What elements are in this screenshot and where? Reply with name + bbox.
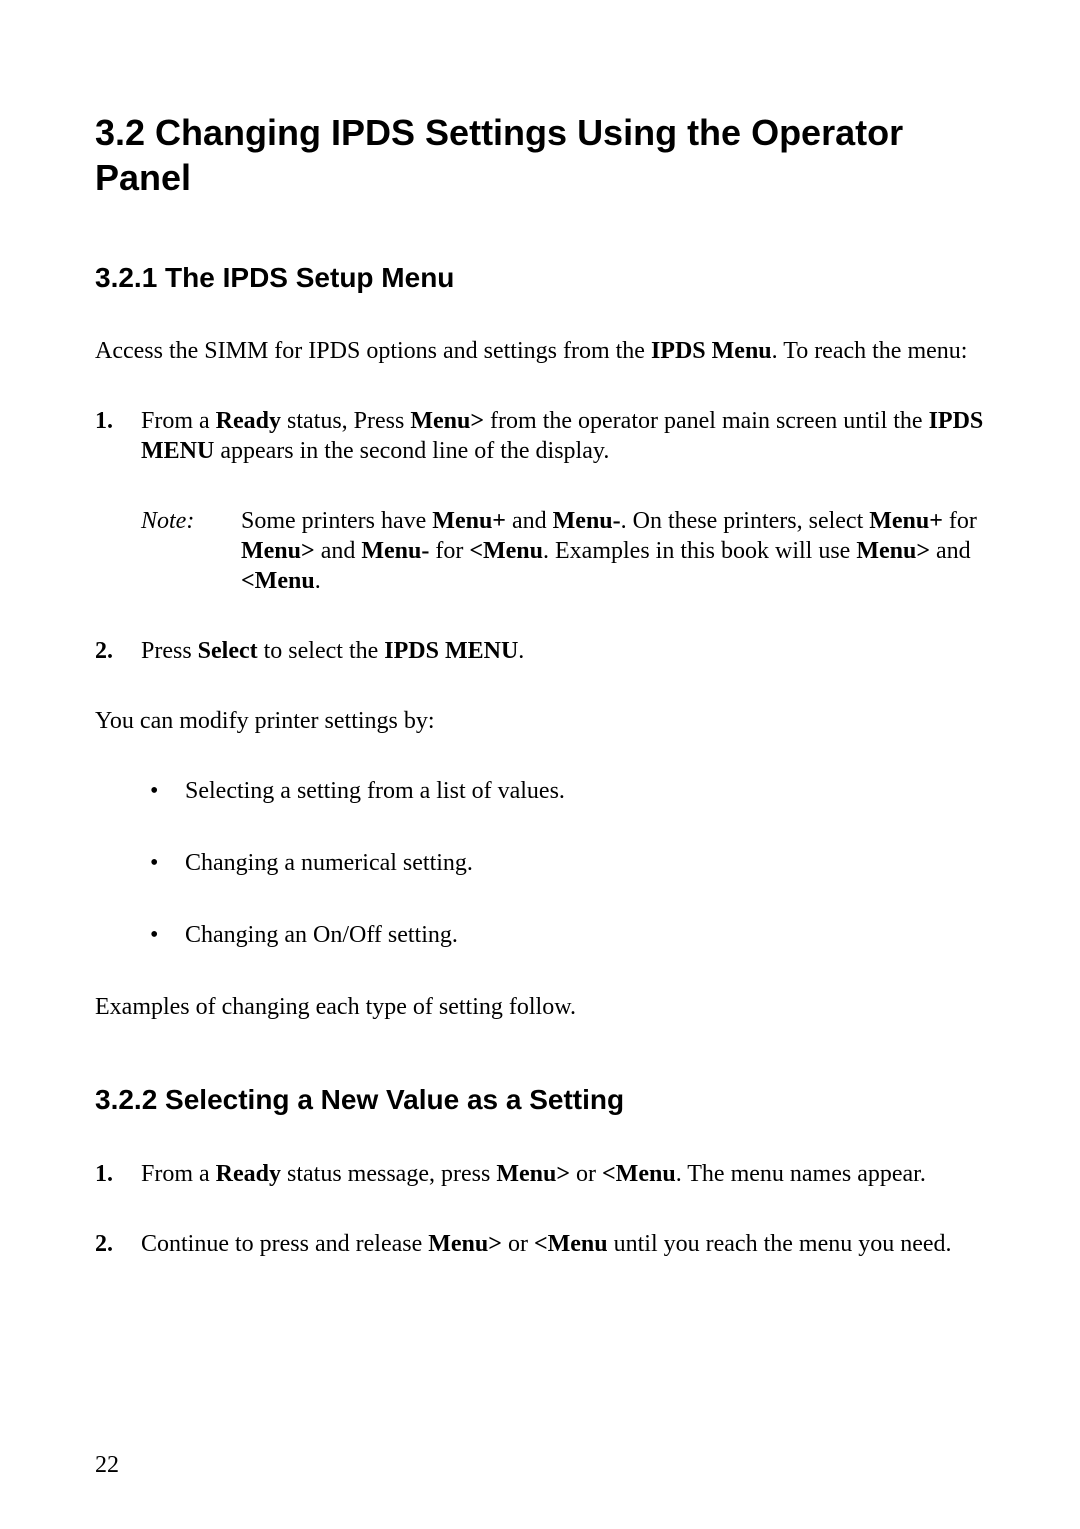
text: to select the <box>258 638 385 664</box>
bullet-text: Changing a numerical setting. <box>185 848 985 878</box>
text-bold: Menu- <box>553 508 621 534</box>
text: or <box>570 1161 602 1187</box>
text-bold: IPDS MENU <box>384 638 518 664</box>
text-bold: <Menu <box>241 568 315 594</box>
section-heading-3-2-1: 3.2.1 The IPDS Setup Menu <box>95 260 985 296</box>
text-bold: IPDS Menu <box>651 338 772 364</box>
list-item: • Changing a numerical setting. <box>150 848 985 878</box>
ordered-list-2: 1. From a Ready status message, press Me… <box>95 1159 985 1259</box>
text-bold: Menu> <box>241 538 315 564</box>
text-bold: Menu+ <box>432 508 506 534</box>
text: for <box>943 508 977 534</box>
bullet-icon: • <box>150 920 185 950</box>
text: . To reach the menu: <box>772 338 968 364</box>
text: . On these printers, select <box>621 508 870 534</box>
text-bold: Ready <box>216 408 281 434</box>
text-bold: <Menu <box>602 1161 676 1187</box>
text: status message, press <box>281 1161 496 1187</box>
text: and <box>930 538 971 564</box>
text: and <box>315 538 362 564</box>
list-content: Press Select to select the IPDS MENU. <box>141 636 985 666</box>
bullet-list: • Selecting a setting from a list of val… <box>95 776 985 950</box>
list-content: Continue to press and release Menu> or <… <box>141 1229 985 1259</box>
text: status, Press <box>281 408 410 434</box>
list-item: 2. Press Select to select the IPDS MENU. <box>95 636 985 666</box>
section-heading-3-2-2: 3.2.2 Selecting a New Value as a Setting <box>95 1082 985 1118</box>
section-heading-3-2: 3.2 Changing IPDS Settings Using the Ope… <box>95 110 985 200</box>
text-bold: Menu+ <box>869 508 943 534</box>
list-item: • Selecting a setting from a list of val… <box>150 776 985 806</box>
text: appears in the second line of the displa… <box>214 438 609 464</box>
text-bold: Menu> <box>410 408 484 434</box>
text: . <box>315 568 321 594</box>
text-bold: Menu> <box>856 538 930 564</box>
text-bold: Select <box>198 638 258 664</box>
text: or <box>502 1231 534 1257</box>
text: and <box>506 508 553 534</box>
examples-follow: Examples of changing each type of settin… <box>95 992 985 1022</box>
note-content: Some printers have Menu+ and Menu-. On t… <box>241 506 985 596</box>
list-item: 1. From a Ready status message, press Me… <box>95 1159 985 1189</box>
note-label: Note: <box>141 506 241 596</box>
text: until you reach the menu you need. <box>608 1231 952 1257</box>
text: Press <box>141 638 198 664</box>
text-bold: Ready <box>216 1161 281 1187</box>
list-marker: 1. <box>95 406 141 596</box>
list-content: From a Ready status, Press Menu> from th… <box>141 406 985 596</box>
text-bold: <Menu <box>469 538 543 564</box>
page-number: 22 <box>95 1452 119 1479</box>
text: . <box>518 638 524 664</box>
text-bold: Menu> <box>428 1231 502 1257</box>
modify-intro: You can modify printer settings by: <box>95 706 985 736</box>
list-marker: 1. <box>95 1159 141 1189</box>
text: From a <box>141 408 216 434</box>
intro-paragraph: Access the SIMM for IPDS options and set… <box>95 336 985 366</box>
list-item: • Changing an On/Off setting. <box>150 920 985 950</box>
text: . Examples in this book will use <box>543 538 856 564</box>
text: . The menu names appear. <box>676 1161 926 1187</box>
list-item: 2. Continue to press and release Menu> o… <box>95 1229 985 1259</box>
bullet-text: Selecting a setting from a list of value… <box>185 776 985 806</box>
text: Some printers have <box>241 508 432 534</box>
text: Access the SIMM for IPDS options and set… <box>95 338 651 364</box>
text: from the operator panel main screen unti… <box>484 408 929 434</box>
text-bold: Menu> <box>496 1161 570 1187</box>
text: for <box>429 538 469 564</box>
text: From a <box>141 1161 216 1187</box>
bullet-icon: • <box>150 776 185 806</box>
list-marker: 2. <box>95 1229 141 1259</box>
note-block: Note: Some printers have Menu+ and Menu-… <box>141 506 985 596</box>
text-bold: Menu- <box>361 538 429 564</box>
list-marker: 2. <box>95 636 141 666</box>
bullet-icon: • <box>150 848 185 878</box>
text-bold: <Menu <box>534 1231 608 1257</box>
text: Continue to press and release <box>141 1231 428 1257</box>
list-content: From a Ready status message, press Menu>… <box>141 1159 985 1189</box>
list-item: 1. From a Ready status, Press Menu> from… <box>95 406 985 596</box>
bullet-text: Changing an On/Off setting. <box>185 920 985 950</box>
ordered-list-1: 1. From a Ready status, Press Menu> from… <box>95 406 985 666</box>
